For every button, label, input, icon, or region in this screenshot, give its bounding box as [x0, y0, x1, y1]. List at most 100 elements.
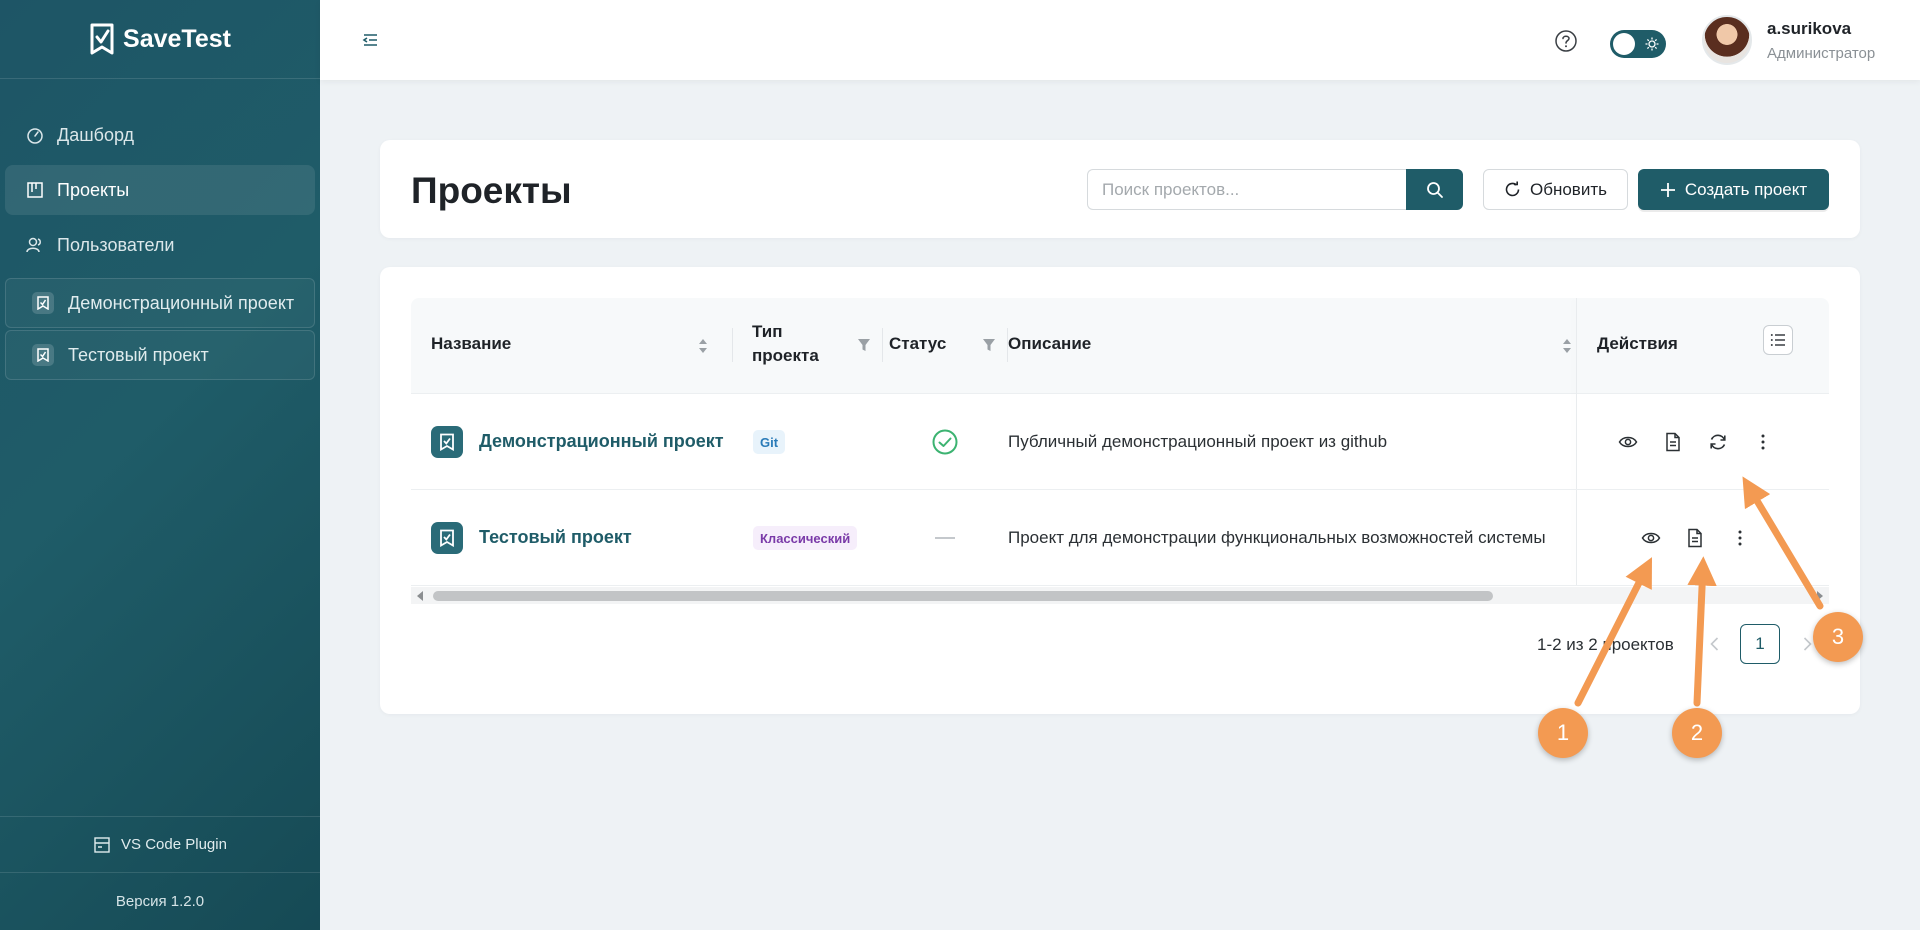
column-divider: [882, 328, 883, 362]
sidebar-item-projects[interactable]: Проекты: [5, 165, 315, 215]
savetest-logo-icon: [90, 23, 114, 55]
column-header-type-line2: проекта: [752, 346, 819, 365]
create-project-button[interactable]: Создать проект: [1638, 169, 1829, 210]
plugin-label: VS Code Plugin: [121, 836, 227, 853]
sidebar-project-demo[interactable]: Демонстрационный проект: [5, 278, 315, 328]
top-header: a.surikova Администратор: [320, 0, 1920, 80]
app-version: Версия 1.2.0: [0, 872, 320, 930]
pagination-total: 1-2 из 2 проектов: [1537, 635, 1674, 654]
annotation-callout-1: 1: [1538, 708, 1588, 758]
sort-icon[interactable]: [1561, 335, 1573, 357]
reload-icon: [1505, 181, 1520, 197]
annotation-callout-2: 2: [1672, 708, 1722, 758]
more-vertical-icon: [1761, 434, 1765, 450]
sidebar-item-label: Пользователи: [57, 234, 175, 255]
sidebar-collapse-button[interactable]: [360, 30, 380, 50]
more-vertical-icon: [1738, 530, 1742, 546]
view-button[interactable]: [1640, 527, 1662, 549]
project-description: Проект для демонстрации функциональных в…: [1008, 528, 1546, 547]
sidebar-project-test[interactable]: Тестовый проект: [5, 330, 315, 380]
search-icon: [1426, 181, 1443, 198]
user-name[interactable]: a.surikova: [1767, 19, 1851, 39]
filter-icon[interactable]: [857, 338, 871, 352]
sync-button[interactable]: [1707, 431, 1729, 453]
more-button[interactable]: [1752, 431, 1774, 453]
plus-icon: [1660, 182, 1675, 197]
sidebar-project-label: Тестовый проект: [68, 344, 209, 365]
app-logo[interactable]: SaveTest: [0, 0, 320, 79]
refresh-label: Обновить: [1530, 179, 1607, 199]
help-button[interactable]: [1554, 29, 1578, 53]
create-label: Создать проект: [1684, 179, 1808, 199]
more-button[interactable]: [1729, 527, 1751, 549]
table-row[interactable]: Демонстрационный проект Git Публичный де…: [411, 394, 1829, 490]
project-logo-icon: [431, 426, 463, 458]
question-circle-icon: [1555, 30, 1577, 52]
sun-icon: [1645, 37, 1659, 51]
app-name: SaveTest: [123, 24, 231, 53]
sidebar-nav: Дашборд Проекты Пользователи: [0, 79, 320, 270]
table-header: Название Тип проекта Статус Описание Дей…: [411, 298, 1829, 394]
column-divider: [732, 328, 733, 362]
vscode-plugin-link[interactable]: VS Code Plugin: [0, 816, 320, 872]
toggle-knob: [1613, 33, 1635, 55]
sort-icon[interactable]: [697, 335, 709, 357]
eye-icon: [1641, 532, 1661, 544]
scrollbar-thumb[interactable]: [433, 591, 1493, 601]
column-header-name[interactable]: Название: [431, 334, 511, 354]
page-header-card: Проекты Обновить Создать проект: [380, 140, 1860, 238]
sidebar-item-dashboard[interactable]: Дашборд: [5, 110, 315, 160]
project-description: Публичный демонстрационный проект из git…: [1008, 432, 1388, 451]
plugin-store-icon: [94, 836, 110, 853]
search-input[interactable]: [1087, 169, 1407, 210]
filter-icon[interactable]: [982, 338, 996, 352]
scroll-right-arrow[interactable]: [1817, 591, 1823, 601]
report-button[interactable]: [1662, 431, 1684, 453]
project-name-link[interactable]: Тестовый проект: [479, 527, 632, 548]
scroll-left-arrow[interactable]: [417, 591, 423, 601]
status-empty-dash: [935, 537, 955, 539]
project-logo-icon: [32, 344, 54, 366]
project-logo-icon: [431, 522, 463, 554]
list-icon: [1770, 334, 1785, 346]
page-title: Проекты: [411, 170, 572, 211]
theme-toggle[interactable]: [1610, 30, 1666, 58]
horizontal-scrollbar[interactable]: [411, 587, 1829, 604]
view-button[interactable]: [1617, 431, 1639, 453]
pagination-page-1[interactable]: 1: [1740, 624, 1780, 664]
project-logo-icon: [32, 292, 54, 314]
column-header-status[interactable]: Статус: [889, 334, 946, 354]
file-text-icon: [1688, 528, 1702, 548]
project-name-link[interactable]: Демонстрационный проект: [479, 431, 724, 452]
project-type-tag: Классический: [753, 526, 858, 550]
sidebar-item-users[interactable]: Пользователи: [5, 220, 315, 270]
column-settings-button[interactable]: [1763, 325, 1793, 355]
sync-icon: [1710, 434, 1726, 450]
sidebar: SaveTest Дашборд Проекты Пользователи Де…: [0, 0, 320, 930]
column-header-description[interactable]: Описание: [1008, 334, 1091, 354]
file-text-icon: [1666, 432, 1680, 452]
refresh-button[interactable]: Обновить: [1483, 169, 1628, 210]
avatar[interactable]: [1702, 15, 1752, 65]
users-icon: [25, 235, 45, 255]
sidebar-item-label: Дашборд: [57, 124, 135, 145]
table-row[interactable]: Тестовый проект Классический Проект для …: [411, 490, 1829, 586]
eye-icon: [1618, 436, 1638, 448]
search-button[interactable]: [1406, 169, 1463, 210]
project-type-tag: Git: [753, 430, 786, 454]
sidebar-item-label: Проекты: [57, 179, 130, 200]
column-header-actions: Действия: [1597, 334, 1678, 353]
projects-table-card: Название Тип проекта Статус Описание Дей…: [380, 267, 1860, 714]
report-button[interactable]: [1684, 527, 1706, 549]
sidebar-project-list: Демонстрационный проект Тестовый проект: [0, 278, 320, 380]
column-header-type[interactable]: Тип: [752, 322, 782, 342]
menu-fold-icon: [362, 34, 377, 46]
dashboard-icon: [25, 125, 45, 145]
projects-icon: [25, 180, 45, 200]
check-circle-icon: [932, 429, 958, 455]
sidebar-project-label: Демонстрационный проект: [68, 292, 295, 313]
user-role: Администратор: [1767, 45, 1876, 62]
annotation-callout-3: 3: [1813, 612, 1863, 662]
chevron-left-icon[interactable]: [1705, 634, 1725, 654]
sidebar-footer: VS Code Plugin Версия 1.2.0: [0, 816, 320, 930]
